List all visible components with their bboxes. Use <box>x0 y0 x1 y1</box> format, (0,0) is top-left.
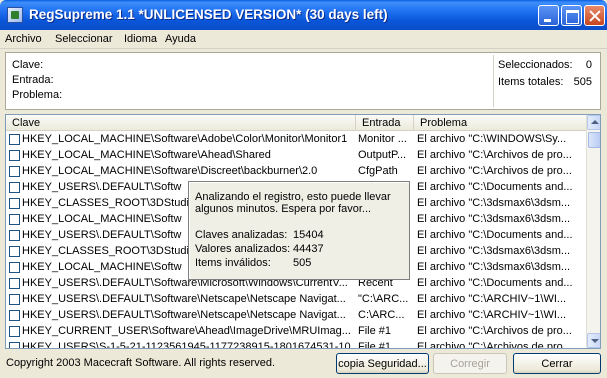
menu-ayuda[interactable]: Ayuda <box>165 33 196 45</box>
cell-problema: El archivo "C:\WINDOWS\Sy... <box>417 133 567 145</box>
scroll-down-button[interactable] <box>587 333 600 348</box>
cell-problema: El archivo "C:\3dsmax6\3dsm... <box>417 261 571 273</box>
backup-button[interactable]: copia Seguridad... <box>336 353 429 374</box>
menu-seleccionar[interactable]: Seleccionar <box>55 33 112 45</box>
info-panel: Clave: Entrada: Problema: Seleccionados:… <box>5 52 601 110</box>
table-row[interactable]: HKEY_LOCAL_MACHINE\Software\Adobe\Color\… <box>6 132 586 148</box>
table-row[interactable]: HKEY_LOCAL_MACHINE\Software\Discreet\bac… <box>6 164 586 180</box>
cell-entrada: CfgPath <box>358 165 398 177</box>
entrada-label: Entrada: <box>12 74 54 86</box>
table-row[interactable]: HKEY_LOCAL_MACHINE\Software\Ahead\Shared… <box>6 148 586 164</box>
row-checkbox[interactable] <box>9 278 20 289</box>
row-checkbox[interactable] <box>9 262 20 273</box>
problema-label: Problema: <box>12 89 63 101</box>
scan-message: Analizando el registro, esto puede lleva… <box>195 191 391 215</box>
cell-problema: El archivo "C:\Documents and... <box>417 229 573 241</box>
seleccionados-value: 0 <box>585 59 592 71</box>
table-row[interactable]: HKEY_USERS\.DEFAULT\Software\Netscape\Ne… <box>6 308 586 324</box>
menu-archivo[interactable]: Archivo <box>5 33 42 45</box>
cell-clave: HKEY_LOCAL_MACHINE\Software\Discreet\bac… <box>22 165 318 177</box>
cell-problema: El archivo "C:\3dsmax6\3dsm... <box>417 197 571 209</box>
row-checkbox[interactable] <box>9 150 20 161</box>
column-header-entrada[interactable]: Entrada <box>356 115 414 131</box>
window-title: RegSupreme 1.1 *UNLICENSED VERSION* (30 … <box>29 7 388 22</box>
cell-problema: El archivo "C:\Archivos de pro... <box>417 325 572 337</box>
close-button[interactable]: Cerrar <box>513 353 601 374</box>
cell-problema: El archivo "C:\Documents and... <box>417 277 573 289</box>
cell-problema: El archivo "C:\Archivos de pro... <box>417 149 572 161</box>
cell-clave: HKEY_LOCAL_MACHINE\Software\Adobe\Color\… <box>22 133 348 145</box>
cell-entrada: OutputP... <box>358 149 407 161</box>
claves-analizadas-label: Claves analizadas: <box>195 229 288 241</box>
menu-idioma[interactable]: Idioma <box>124 33 157 45</box>
row-checkbox[interactable] <box>9 230 20 241</box>
cell-entrada: Monitor ... <box>358 133 407 145</box>
row-checkbox[interactable] <box>9 198 20 209</box>
row-checkbox[interactable] <box>9 166 20 177</box>
table-row[interactable]: HKEY_USERS\.DEFAULT\Software\Netscape\Ne… <box>6 292 586 308</box>
cell-problema: El archivo "C:\ARCHIV~1\WI... <box>417 293 567 305</box>
app-window: RegSupreme 1.1 *UNLICENSED VERSION* (30 … <box>0 0 607 378</box>
valores-analizados-value: 44437 <box>293 243 324 255</box>
column-header-clave[interactable]: Clave <box>6 115 356 131</box>
clave-label: Clave: <box>12 59 44 71</box>
scroll-thumb[interactable] <box>588 132 600 148</box>
items-totales-label: Items totales: <box>498 76 564 88</box>
maximize-button[interactable] <box>561 5 582 26</box>
valores-analizados-label: Valores analizados: <box>195 243 291 255</box>
cell-entrada: File #1 <box>358 341 392 349</box>
row-checkbox[interactable] <box>9 310 20 321</box>
row-checkbox[interactable] <box>9 342 20 348</box>
items-invalidos-value: 505 <box>293 257 312 269</box>
cell-clave: HKEY_USERS\.DEFAULT\Software\Netscape\Ne… <box>22 309 346 321</box>
cell-problema: El archivo "C:\3dsmax6\3dsm... <box>417 245 571 257</box>
cell-entrada: "C:\ARC... <box>358 293 409 305</box>
vertical-scrollbar[interactable] <box>586 115 600 348</box>
row-checkbox[interactable] <box>9 294 20 305</box>
row-checkbox[interactable] <box>9 182 20 193</box>
cell-entrada: File #1 <box>358 325 392 337</box>
table-row[interactable]: HKEY_USERS\S-1-5-21-1123561945-117723891… <box>6 340 586 349</box>
close-window-button[interactable] <box>584 5 605 26</box>
cell-clave: HKEY_LOCAL_MACHINE\Software\Ahead\Shared <box>22 149 271 161</box>
items-invalidos-label: Items inválidos: <box>195 257 271 269</box>
fix-button[interactable]: Corregir <box>433 353 507 374</box>
cell-clave: HKEY_USERS\.DEFAULT\Software\Netscape\Ne… <box>22 293 346 305</box>
menu-bar: Archivo Seleccionar Idioma Ayuda <box>0 30 607 49</box>
minimize-button[interactable] <box>538 5 559 26</box>
title-bar[interactable]: RegSupreme 1.1 *UNLICENSED VERSION* (30 … <box>0 0 607 30</box>
items-totales-value: 505 <box>573 76 592 88</box>
cell-entrada: C:\ARC... <box>358 309 405 321</box>
seleccionados-label: Seleccionados: <box>498 59 573 71</box>
table-row[interactable]: HKEY_CURRENT_USER\Software\Ahead\ImageDr… <box>6 324 586 340</box>
info-divider <box>493 55 494 107</box>
cell-problema: El archivo "C:\ARCHIV~1\WI... <box>417 309 567 321</box>
copyright-text: Copyright 2003 Macecraft Software. All r… <box>6 357 276 369</box>
app-icon[interactable] <box>7 7 23 23</box>
cell-problema: El archivo "C:\3dsmax6\3dsm... <box>417 213 571 225</box>
row-checkbox[interactable] <box>9 246 20 257</box>
scan-progress-popup: Analizando el registro, esto puede lleva… <box>188 181 410 280</box>
cell-problema: El archivo "C:\Archivos de pro... <box>417 165 572 177</box>
list-header: Clave Entrada Problema <box>6 115 586 131</box>
row-checkbox[interactable] <box>9 326 20 337</box>
column-header-problema[interactable]: Problema <box>414 115 586 131</box>
cell-clave: HKEY_USERS\S-1-5-21-1123561945-117723891… <box>22 341 356 349</box>
claves-analizadas-value: 15404 <box>293 229 324 241</box>
cell-problema: El archivo "C:\Documents and... <box>417 181 573 193</box>
row-checkbox[interactable] <box>9 214 20 225</box>
scroll-up-button[interactable] <box>587 115 600 130</box>
row-checkbox[interactable] <box>9 134 20 145</box>
cell-problema: El archivo "C:\Archivos de pro... <box>417 341 572 349</box>
cell-clave: HKEY_CURRENT_USER\Software\Ahead\ImageDr… <box>22 325 351 337</box>
